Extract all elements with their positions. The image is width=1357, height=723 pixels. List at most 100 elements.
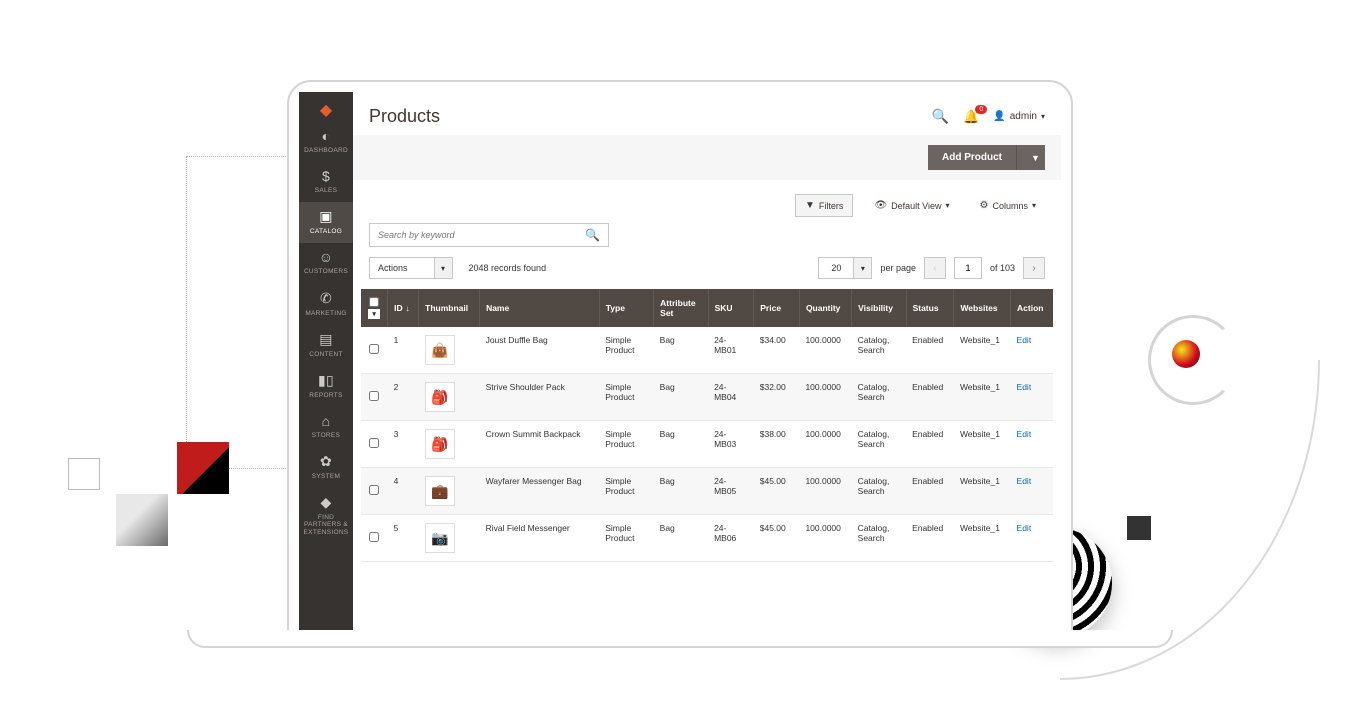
cell-thumbnail: 💼 xyxy=(419,468,480,515)
table-row[interactable]: 3🎒Crown Summit BackpackSimple ProductBag… xyxy=(361,421,1053,468)
user-menu[interactable]: 👤 admin ▾ xyxy=(993,111,1045,122)
edit-link[interactable]: Edit xyxy=(1017,429,1032,439)
per-page-value: 20 xyxy=(819,258,853,278)
col-header-websites[interactable]: Websites xyxy=(954,289,1011,327)
default-view-button[interactable]: 👁 Default View ▾ xyxy=(865,195,958,216)
cell-attribute-set: Bag xyxy=(654,374,708,421)
cell-visibility: Catalog, Search xyxy=(852,515,906,562)
sidebar-item-content[interactable]: ▤ CONTENT xyxy=(299,325,353,366)
next-page-button[interactable]: › xyxy=(1023,257,1045,279)
col-header-id[interactable]: ID↓ xyxy=(388,289,419,327)
product-thumbnail: 📷 xyxy=(425,523,455,553)
sidebar-item-catalog[interactable]: ▣ CATALOG xyxy=(299,202,353,243)
cell-name: Strive Shoulder Pack xyxy=(480,374,600,421)
product-thumbnail: 🎒 xyxy=(425,382,455,412)
columns-button[interactable]: ⚙ Columns ▾ xyxy=(971,195,1046,216)
row-checkbox[interactable] xyxy=(369,532,379,542)
cell-attribute-set: Bag xyxy=(654,421,708,468)
table-row[interactable]: 5📷Rival Field MessengerSimple ProductBag… xyxy=(361,515,1053,562)
col-header-thumbnail[interactable]: Thumbnail xyxy=(419,289,480,327)
search-submit-icon[interactable]: 🔍 xyxy=(577,228,608,242)
sidebar-item-stores[interactable]: ⌂ STORES xyxy=(299,407,353,447)
eye-icon: 👁 xyxy=(874,200,887,211)
megaphone-icon: ✆ xyxy=(320,290,332,307)
col-header-name[interactable]: Name xyxy=(480,289,600,327)
cell-status: Enabled xyxy=(906,515,954,562)
sidebar-item-customers[interactable]: ☺ CUSTOMERS xyxy=(299,243,353,283)
layout-icon: ▤ xyxy=(319,331,333,348)
edit-link[interactable]: Edit xyxy=(1017,476,1032,486)
page-number-input[interactable] xyxy=(954,257,982,279)
select-all-checkbox[interactable] xyxy=(369,297,379,307)
select-all-dropdown[interactable]: ▾ xyxy=(368,309,380,319)
cell-sku: 24-MB04 xyxy=(708,374,754,421)
col-header-quantity[interactable]: Quantity xyxy=(799,289,851,327)
col-header-price[interactable]: Price xyxy=(754,289,800,327)
row-checkbox[interactable] xyxy=(369,485,379,495)
col-header-sku[interactable]: SKU xyxy=(708,289,754,327)
add-product-button[interactable]: Add Product xyxy=(928,145,1016,170)
cell-sku: 24-MB05 xyxy=(708,468,754,515)
sidebar-item-label: STORES xyxy=(312,432,340,439)
per-page-label: per page xyxy=(880,263,916,273)
col-header-attribute-set[interactable]: Attribute Set xyxy=(654,289,708,327)
notifications-icon[interactable]: 🔔0 xyxy=(963,109,979,125)
chevron-down-icon: ▾ xyxy=(945,201,949,210)
partners-icon: ◆ xyxy=(320,494,331,511)
cell-name: Rival Field Messenger xyxy=(480,515,600,562)
filters-button[interactable]: ▼ Filters xyxy=(795,194,853,217)
cell-id: 4 xyxy=(388,468,419,515)
sidebar-item-label: MARKETING xyxy=(305,310,346,317)
add-product-dropdown[interactable]: ▼ xyxy=(1016,145,1045,170)
edit-link[interactable]: Edit xyxy=(1017,335,1032,345)
cell-price: $38.00 xyxy=(754,421,800,468)
sort-desc-icon: ↓ xyxy=(406,304,410,313)
cell-id: 2 xyxy=(388,374,419,421)
col-header-visibility[interactable]: Visibility xyxy=(852,289,906,327)
product-thumbnail: 👜 xyxy=(425,335,455,365)
decoration xyxy=(1127,516,1151,540)
laptop-base xyxy=(187,630,1173,648)
sidebar-item-reports[interactable]: ▮▯ REPORTS xyxy=(299,366,353,407)
decoration xyxy=(116,494,168,546)
table-row[interactable]: 1👜Joust Duffle BagSimple ProductBag24-MB… xyxy=(361,327,1053,374)
chevron-down-icon: ▾ xyxy=(853,258,871,278)
decoration xyxy=(186,156,290,157)
dollar-icon: $ xyxy=(322,168,330,184)
sidebar-item-dashboard[interactable]: ◐ DASHBOARD xyxy=(299,122,353,162)
cell-websites: Website_1 xyxy=(954,374,1011,421)
cell-status: Enabled xyxy=(906,374,954,421)
row-checkbox[interactable] xyxy=(369,438,379,448)
sidebar-item-system[interactable]: ✿ SYSTEM xyxy=(299,447,353,488)
cell-quantity: 100.0000 xyxy=(799,374,851,421)
table-row[interactable]: 2🎒Strive Shoulder PackSimple ProductBag2… xyxy=(361,374,1053,421)
search-input[interactable] xyxy=(370,224,577,246)
edit-link[interactable]: Edit xyxy=(1017,523,1032,533)
columns-label: Columns xyxy=(992,201,1028,211)
cell-visibility: Catalog, Search xyxy=(852,421,906,468)
row-checkbox[interactable] xyxy=(369,391,379,401)
row-checkbox[interactable] xyxy=(369,344,379,354)
sidebar-item-partners[interactable]: ◆ FIND PARTNERS & EXTENSIONS xyxy=(299,488,353,543)
cell-sku: 24-MB06 xyxy=(708,515,754,562)
keyword-search: 🔍 xyxy=(369,223,609,247)
decoration xyxy=(68,458,100,490)
sidebar-item-label: CATALOG xyxy=(310,228,342,235)
sidebar-item-label: REPORTS xyxy=(309,392,342,399)
actions-label: Actions xyxy=(370,258,434,278)
col-header-type[interactable]: Type xyxy=(599,289,653,327)
per-page-select[interactable]: 20 ▾ xyxy=(818,257,872,279)
cell-quantity: 100.0000 xyxy=(799,421,851,468)
bulk-actions-select[interactable]: Actions ▾ xyxy=(369,257,453,279)
prev-page-button[interactable]: ‹ xyxy=(924,257,946,279)
sidebar-item-marketing[interactable]: ✆ MARKETING xyxy=(299,284,353,325)
table-row[interactable]: 4💼Wayfarer Messenger BagSimple ProductBa… xyxy=(361,468,1053,515)
cell-websites: Website_1 xyxy=(954,515,1011,562)
col-header-status[interactable]: Status xyxy=(906,289,954,327)
sidebar-item-label: CONTENT xyxy=(309,351,343,358)
cell-price: $45.00 xyxy=(754,515,800,562)
search-icon[interactable]: 🔍 xyxy=(932,108,949,125)
cell-action: Edit xyxy=(1011,468,1053,515)
sidebar-item-sales[interactable]: $ SALES xyxy=(299,162,353,202)
edit-link[interactable]: Edit xyxy=(1017,382,1032,392)
